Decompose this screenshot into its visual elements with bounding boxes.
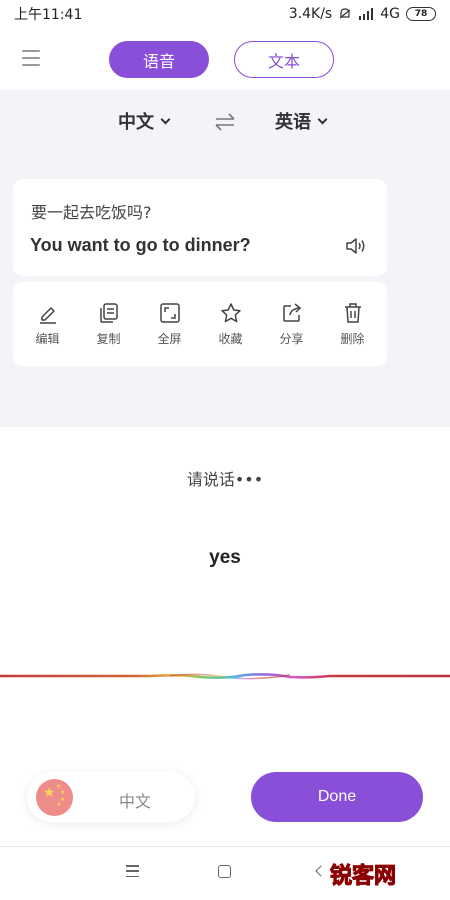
star-icon — [220, 302, 241, 322]
translated-text: You want to go to dinner? — [30, 235, 251, 255]
network-speed: 3.4K/s — [288, 6, 333, 22]
share-label: 分享 — [279, 331, 304, 346]
delete-icon — [344, 302, 361, 323]
status-time: 上午11:41 — [14, 7, 83, 23]
menu-icon[interactable] — [22, 50, 40, 66]
edit-label: 编辑 — [35, 331, 60, 346]
fullscreen-icon — [159, 302, 180, 323]
copy-icon — [99, 302, 118, 323]
recognized-text: yes — [209, 547, 241, 568]
input-language-pill[interactable]: ★ ★ ★ ★ ★ 中文 — [27, 772, 195, 822]
input-language-label: 中文 — [119, 792, 152, 811]
copy-button[interactable]: 复制 — [81, 302, 137, 347]
edit-button[interactable]: 编辑 — [20, 302, 76, 347]
chevron-down-icon — [160, 114, 171, 124]
home-icon[interactable] — [218, 865, 231, 878]
fullscreen-button[interactable]: 全屏 — [142, 302, 198, 347]
favorite-label: 收藏 — [218, 331, 243, 346]
copy-label: 复制 — [96, 331, 121, 346]
share-button[interactable]: 分享 — [264, 302, 320, 347]
tab-text[interactable]: 文本 — [234, 41, 334, 78]
delete-button[interactable]: 删除 — [325, 302, 381, 347]
battery-icon: 78 — [406, 7, 436, 21]
done-button[interactable]: Done — [251, 772, 423, 822]
fullscreen-label: 全屏 — [157, 331, 182, 346]
source-language-label: 中文 — [118, 112, 154, 133]
speaker-icon[interactable] — [345, 237, 367, 255]
recent-apps-icon[interactable] — [126, 865, 139, 877]
swap-languages-icon[interactable] — [215, 113, 235, 131]
watermark-logo: 锐客网 — [329, 864, 397, 890]
target-language-label: 英语 — [275, 112, 311, 133]
favorite-button[interactable]: 收藏 — [203, 302, 259, 347]
share-icon — [282, 302, 301, 322]
edit-icon — [39, 306, 56, 324]
battery-level: 78 — [414, 9, 428, 19]
source-language-select[interactable]: 中文 — [118, 108, 171, 134]
translation-card: 要一起去吃饭吗? You want to go to dinner? — [13, 179, 387, 276]
voice-waveform — [0, 673, 450, 680]
translation-panel: 中文 英语 要一起去吃饭吗? You want to go to dinner? — [0, 90, 450, 427]
china-flag-icon: ★ ★ ★ ★ ★ — [36, 779, 73, 816]
app-header: 语音 文本 — [0, 28, 450, 90]
tab-voice[interactable]: 语音 — [109, 41, 209, 78]
chevron-down-icon — [317, 114, 328, 124]
speak-prompt: 请说话••• — [186, 470, 264, 489]
source-text: 要一起去吃饭吗? — [31, 203, 152, 222]
signal-icon — [359, 8, 374, 20]
action-bar: 编辑 复制 全屏 收藏 分享 删除 — [13, 282, 387, 366]
status-indicators: 3.4K/s 4G 78 — [289, 6, 436, 22]
status-bar: 上午11:41 3.4K/s 4G 78 — [0, 0, 450, 28]
delete-label: 删除 — [340, 331, 365, 346]
language-selector-row: 中文 英语 — [0, 108, 450, 138]
target-language-select[interactable]: 英语 — [275, 108, 328, 134]
back-icon[interactable] — [315, 865, 327, 877]
network-type: 4G — [380, 6, 400, 22]
mute-bell-icon — [339, 8, 351, 19]
